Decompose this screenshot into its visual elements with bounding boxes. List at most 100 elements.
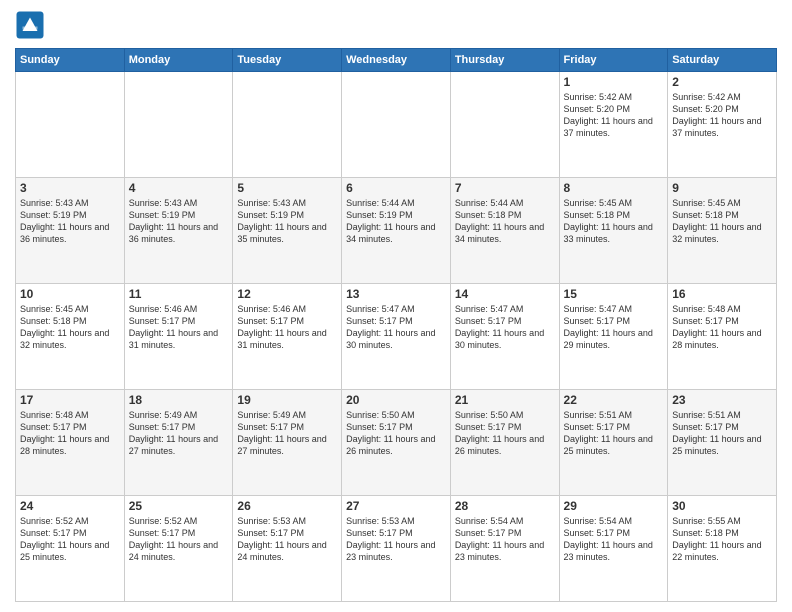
day-number: 15 (564, 287, 664, 301)
day-number: 13 (346, 287, 446, 301)
day-info: Sunrise: 5:48 AMSunset: 5:17 PMDaylight:… (672, 303, 772, 352)
calendar-cell: 13 Sunrise: 5:47 AMSunset: 5:17 PMDayligh… (342, 284, 451, 390)
day-info: Sunrise: 5:43 AMSunset: 5:19 PMDaylight:… (129, 197, 229, 246)
calendar-cell: 3 Sunrise: 5:43 AMSunset: 5:19 PMDaylight… (16, 178, 125, 284)
calendar-cell: 14 Sunrise: 5:47 AMSunset: 5:17 PMDayligh… (450, 284, 559, 390)
calendar-cell: 25 Sunrise: 5:52 AMSunset: 5:17 PMDayligh… (124, 496, 233, 602)
calendar-cell: 23 Sunrise: 5:51 AMSunset: 5:17 PMDayligh… (668, 390, 777, 496)
calendar-cell: 29 Sunrise: 5:54 AMSunset: 5:17 PMDayligh… (559, 496, 668, 602)
logo-area (15, 10, 49, 40)
day-info: Sunrise: 5:47 AMSunset: 5:17 PMDaylight:… (346, 303, 446, 352)
day-info: Sunrise: 5:55 AMSunset: 5:18 PMDaylight:… (672, 515, 772, 564)
weekday-header-tuesday: Tuesday (233, 49, 342, 72)
day-info: Sunrise: 5:42 AMSunset: 5:20 PMDaylight:… (564, 91, 664, 140)
day-info: Sunrise: 5:52 AMSunset: 5:17 PMDaylight:… (20, 515, 120, 564)
page: SundayMondayTuesdayWednesdayThursdayFrid… (0, 0, 792, 612)
calendar-cell: 12 Sunrise: 5:46 AMSunset: 5:17 PMDayligh… (233, 284, 342, 390)
day-info: Sunrise: 5:52 AMSunset: 5:17 PMDaylight:… (129, 515, 229, 564)
weekday-header-saturday: Saturday (668, 49, 777, 72)
weekday-header-wednesday: Wednesday (342, 49, 451, 72)
day-number: 23 (672, 393, 772, 407)
day-number: 19 (237, 393, 337, 407)
day-info: Sunrise: 5:49 AMSunset: 5:17 PMDaylight:… (237, 409, 337, 458)
day-number: 30 (672, 499, 772, 513)
calendar-cell: 17 Sunrise: 5:48 AMSunset: 5:17 PMDayligh… (16, 390, 125, 496)
day-info: Sunrise: 5:53 AMSunset: 5:17 PMDaylight:… (237, 515, 337, 564)
day-info: Sunrise: 5:45 AMSunset: 5:18 PMDaylight:… (672, 197, 772, 246)
day-info: Sunrise: 5:43 AMSunset: 5:19 PMDaylight:… (20, 197, 120, 246)
day-info: Sunrise: 5:46 AMSunset: 5:17 PMDaylight:… (129, 303, 229, 352)
day-info: Sunrise: 5:48 AMSunset: 5:17 PMDaylight:… (20, 409, 120, 458)
calendar-cell: 18 Sunrise: 5:49 AMSunset: 5:17 PMDayligh… (124, 390, 233, 496)
day-number: 25 (129, 499, 229, 513)
day-info: Sunrise: 5:54 AMSunset: 5:17 PMDaylight:… (455, 515, 555, 564)
day-number: 2 (672, 75, 772, 89)
calendar-cell: 28 Sunrise: 5:54 AMSunset: 5:17 PMDayligh… (450, 496, 559, 602)
day-info: Sunrise: 5:51 AMSunset: 5:17 PMDaylight:… (672, 409, 772, 458)
day-info: Sunrise: 5:47 AMSunset: 5:17 PMDaylight:… (564, 303, 664, 352)
day-info: Sunrise: 5:44 AMSunset: 5:19 PMDaylight:… (346, 197, 446, 246)
day-info: Sunrise: 5:46 AMSunset: 5:17 PMDaylight:… (237, 303, 337, 352)
calendar-cell: 10Sunrise: 5:45 AMSunset: 5:18 PMDayligh… (16, 284, 125, 390)
weekday-header-monday: Monday (124, 49, 233, 72)
day-info: Sunrise: 5:51 AMSunset: 5:17 PMDaylight:… (564, 409, 664, 458)
day-number: 29 (564, 499, 664, 513)
calendar-cell (233, 72, 342, 178)
day-number: 26 (237, 499, 337, 513)
day-number: 3 (20, 181, 120, 195)
logo-icon (15, 10, 45, 40)
day-info: Sunrise: 5:50 AMSunset: 5:17 PMDaylight:… (455, 409, 555, 458)
calendar-cell: 7 Sunrise: 5:44 AMSunset: 5:18 PMDaylight… (450, 178, 559, 284)
calendar-cell (450, 72, 559, 178)
calendar: SundayMondayTuesdayWednesdayThursdayFrid… (15, 48, 777, 602)
day-info: Sunrise: 5:49 AMSunset: 5:17 PMDaylight:… (129, 409, 229, 458)
day-number: 5 (237, 181, 337, 195)
calendar-cell: 22 Sunrise: 5:51 AMSunset: 5:17 PMDayligh… (559, 390, 668, 496)
calendar-cell: 5 Sunrise: 5:43 AMSunset: 5:19 PMDaylight… (233, 178, 342, 284)
day-number: 17 (20, 393, 120, 407)
calendar-cell (342, 72, 451, 178)
calendar-cell: 30 Sunrise: 5:55 AMSunset: 5:18 PMDayligh… (668, 496, 777, 602)
calendar-cell: 15 Sunrise: 5:47 AMSunset: 5:17 PMDayligh… (559, 284, 668, 390)
weekday-header-thursday: Thursday (450, 49, 559, 72)
day-info: Sunrise: 5:44 AMSunset: 5:18 PMDaylight:… (455, 197, 555, 246)
calendar-cell: 9 Sunrise: 5:45 AMSunset: 5:18 PMDaylight… (668, 178, 777, 284)
calendar-cell: 1 Sunrise: 5:42 AMSunset: 5:20 PMDaylight… (559, 72, 668, 178)
day-number: 4 (129, 181, 229, 195)
day-number: 18 (129, 393, 229, 407)
day-info: Sunrise: 5:43 AMSunset: 5:19 PMDaylight:… (237, 197, 337, 246)
calendar-cell: 27 Sunrise: 5:53 AMSunset: 5:17 PMDayligh… (342, 496, 451, 602)
day-number: 8 (564, 181, 664, 195)
calendar-cell: 19 Sunrise: 5:49 AMSunset: 5:17 PMDayligh… (233, 390, 342, 496)
day-number: 11 (129, 287, 229, 301)
day-number: 6 (346, 181, 446, 195)
day-number: 16 (672, 287, 772, 301)
calendar-cell: 26 Sunrise: 5:53 AMSunset: 5:17 PMDayligh… (233, 496, 342, 602)
day-number: 22 (564, 393, 664, 407)
day-info: Sunrise: 5:53 AMSunset: 5:17 PMDaylight:… (346, 515, 446, 564)
day-number: 9 (672, 181, 772, 195)
day-number: 14 (455, 287, 555, 301)
calendar-cell: 21 Sunrise: 5:50 AMSunset: 5:17 PMDayligh… (450, 390, 559, 496)
day-number: 12 (237, 287, 337, 301)
header (15, 10, 777, 40)
day-info: Sunrise: 5:54 AMSunset: 5:17 PMDaylight:… (564, 515, 664, 564)
calendar-cell: 8 Sunrise: 5:45 AMSunset: 5:18 PMDaylight… (559, 178, 668, 284)
day-info: Sunrise: 5:47 AMSunset: 5:17 PMDaylight:… (455, 303, 555, 352)
day-info: Sunrise: 5:45 AMSunset: 5:18 PMDaylight:… (564, 197, 664, 246)
day-number: 7 (455, 181, 555, 195)
day-number: 28 (455, 499, 555, 513)
day-info: Sunrise: 5:50 AMSunset: 5:17 PMDaylight:… (346, 409, 446, 458)
day-info: Sunrise: 5:42 AMSunset: 5:20 PMDaylight:… (672, 91, 772, 140)
calendar-cell: 11 Sunrise: 5:46 AMSunset: 5:17 PMDayligh… (124, 284, 233, 390)
day-number: 24 (20, 499, 120, 513)
day-number: 27 (346, 499, 446, 513)
day-number: 21 (455, 393, 555, 407)
calendar-cell: 24 Sunrise: 5:52 AMSunset: 5:17 PMDayligh… (16, 496, 125, 602)
calendar-cell (124, 72, 233, 178)
day-info: Sunrise: 5:45 AMSunset: 5:18 PMDaylight:… (20, 303, 120, 352)
calendar-cell (16, 72, 125, 178)
day-number: 1 (564, 75, 664, 89)
weekday-header-sunday: Sunday (16, 49, 125, 72)
calendar-cell: 2 Sunrise: 5:42 AMSunset: 5:20 PMDaylight… (668, 72, 777, 178)
